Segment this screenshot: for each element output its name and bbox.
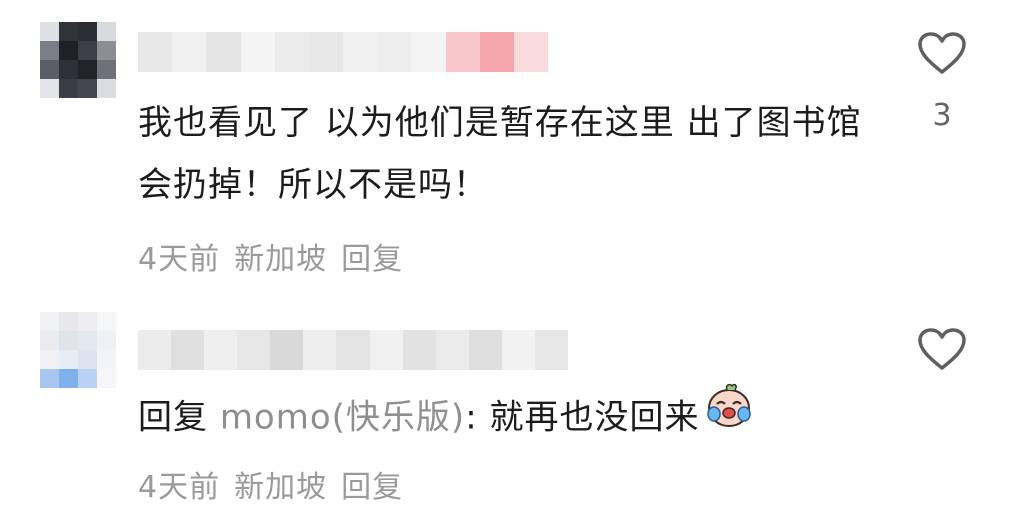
username-pixel — [240, 32, 275, 72]
comment-meta: 4天前 新加坡 回复 — [138, 462, 403, 506]
avatar-pixel — [78, 312, 97, 331]
username-pixel — [336, 330, 370, 370]
avatar-pixel — [40, 350, 59, 369]
reply-button[interactable]: 回复 — [341, 234, 403, 278]
avatar-pixel — [40, 79, 59, 98]
heart-outline-icon[interactable] — [916, 326, 968, 372]
username-pixel — [445, 32, 480, 72]
avatar-pixel — [59, 312, 78, 331]
avatar-pixel — [59, 350, 78, 369]
comment-item: 回复 momo(快乐版): 就再也没回来 4天前 新加坡 回复 — [0, 300, 1019, 520]
avatar-pixel — [40, 60, 59, 79]
comment-time: 4天前 — [138, 242, 221, 277]
avatar-pixel — [78, 350, 97, 369]
avatar-pixel — [78, 22, 97, 41]
reply-text: : 就再也没回来 — [465, 397, 700, 438]
username-pixel — [377, 32, 412, 72]
username-pixel — [204, 330, 238, 370]
reply-prefix: 回复 — [138, 397, 208, 438]
avatar-pixel — [59, 331, 78, 350]
avatar-pixel — [97, 22, 116, 41]
crying-face-emoji — [703, 382, 755, 448]
username-pixel — [308, 32, 344, 72]
username-pixel — [534, 330, 569, 370]
reply-button[interactable]: 回复 — [341, 462, 403, 506]
username-pixel — [411, 32, 446, 72]
username-pixel — [479, 32, 514, 72]
heart-outline-icon[interactable] — [916, 30, 968, 76]
comment-text: 我也看见了 以为他们是暂存在这里 出了图书馆会扔掉！所以不是吗！ — [138, 103, 862, 205]
username-pixel — [206, 32, 241, 72]
avatar-pixel — [40, 41, 59, 60]
avatar-pixel — [59, 60, 78, 79]
username-pixel — [303, 330, 337, 370]
username-pixel — [172, 32, 207, 72]
avatar-pixel — [59, 22, 78, 41]
username-pixel — [513, 32, 549, 72]
username-pixel — [138, 32, 173, 72]
avatar-pixel — [78, 60, 97, 79]
avatar-pixel — [97, 41, 116, 60]
avatar-pixel — [97, 79, 116, 98]
avatar-pixel — [97, 350, 116, 369]
username-pixel — [468, 330, 502, 370]
comment-location: 新加坡 — [234, 470, 328, 505]
username-pixel — [435, 330, 469, 370]
avatar[interactable] — [40, 22, 116, 98]
avatar-pixel — [97, 312, 116, 331]
username-pixel — [138, 330, 172, 370]
avatar-pixel — [78, 369, 97, 388]
avatar-pixel — [59, 41, 78, 60]
comment-location: 新加坡 — [234, 242, 328, 277]
avatar-pixel — [97, 369, 116, 388]
username-pixel — [369, 330, 403, 370]
username-blurred[interactable] — [138, 330, 569, 370]
comment-item: 我也看见了 以为他们是暂存在这里 出了图书馆会扔掉！所以不是吗！ 4天前 新加坡… — [0, 0, 1019, 300]
username-blurred[interactable] — [138, 32, 549, 72]
username-pixel — [237, 330, 271, 370]
avatar-pixel — [78, 41, 97, 60]
avatar-pixel — [40, 331, 59, 350]
comment-text: 回复 momo(快乐版): 就再也没回来 — [138, 383, 898, 452]
comment-time: 4天前 — [138, 470, 221, 505]
avatar-pixel — [40, 312, 59, 331]
avatar-pixel — [59, 369, 78, 388]
avatar[interactable] — [40, 312, 116, 388]
avatar-pixel — [40, 369, 59, 388]
like-button[interactable]: 3 — [912, 30, 972, 133]
avatar-pixel — [40, 22, 59, 41]
avatar-pixel — [59, 79, 78, 98]
username-pixel — [501, 330, 535, 370]
avatar-pixel — [78, 79, 97, 98]
avatar-pixel — [97, 331, 116, 350]
avatar-pixel — [78, 331, 97, 350]
username-pixel — [343, 32, 378, 72]
username-pixel — [270, 330, 304, 370]
comment-meta: 4天前 新加坡 回复 — [138, 234, 403, 278]
avatar-pixel — [97, 60, 116, 79]
username-pixel — [274, 32, 309, 72]
username-pixel — [171, 330, 205, 370]
like-count: 3 — [932, 98, 952, 133]
reply-to-username[interactable]: momo(快乐版) — [220, 398, 465, 438]
username-pixel — [402, 330, 436, 370]
like-button[interactable] — [912, 326, 972, 372]
